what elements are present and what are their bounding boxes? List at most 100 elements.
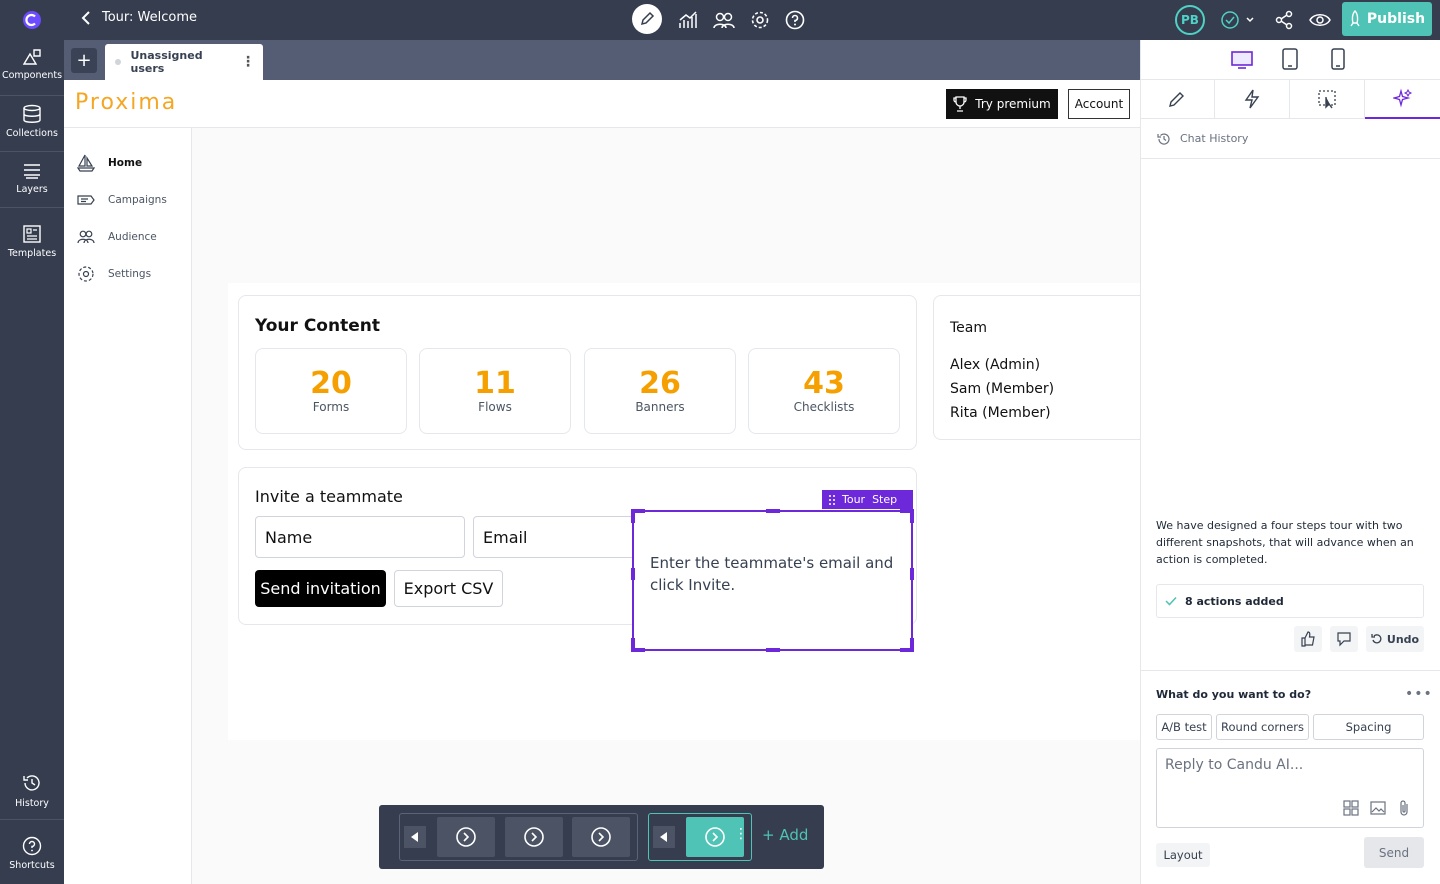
send-invitation-button[interactable]: Send invitation xyxy=(255,570,386,607)
export-csv-button[interactable]: Export CSV xyxy=(394,570,503,607)
brand-logo: Proxima xyxy=(75,90,178,115)
flag-icon[interactable] xyxy=(404,826,426,848)
tab-unassigned-users[interactable]: Unassigned users ⋮ xyxy=(105,44,263,80)
image-icon[interactable] xyxy=(1370,800,1386,816)
stat-card-forms: 20 Forms xyxy=(255,348,407,434)
attachment-icon[interactable] xyxy=(1398,799,1410,817)
tab-ai[interactable] xyxy=(1365,79,1440,119)
campaigns-icon xyxy=(77,191,95,209)
rail-item-shortcuts[interactable]: Shortcuts xyxy=(0,836,64,878)
shortcuts-icon xyxy=(22,836,42,856)
send-button[interactable]: Send xyxy=(1364,837,1424,868)
components-icon xyxy=(22,48,42,66)
rail-item-templates[interactable]: Templates xyxy=(0,224,64,272)
analytics-icon[interactable] xyxy=(674,6,702,34)
grid-icon[interactable] xyxy=(1343,800,1359,816)
nav-item-campaigns[interactable]: Campaigns xyxy=(77,191,167,209)
check-icon xyxy=(1165,596,1177,606)
history-icon xyxy=(1156,131,1172,147)
tour-step-text: Enter the teammate's email and click Inv… xyxy=(650,554,894,594)
candu-logo[interactable] xyxy=(0,0,64,40)
chevron-down-icon[interactable] xyxy=(1240,6,1260,34)
sailboat-icon xyxy=(77,154,95,172)
nav-item-audience[interactable]: Audience xyxy=(77,228,157,246)
thumbs-down-icon[interactable] xyxy=(1330,626,1358,652)
share-icon[interactable] xyxy=(1270,6,1298,34)
resize-handle[interactable] xyxy=(910,509,914,523)
sparkles-icon xyxy=(1392,88,1413,108)
tour-step-1[interactable] xyxy=(437,817,495,857)
nav-item-settings[interactable]: Settings xyxy=(77,265,151,283)
page-title: Tour: Welcome xyxy=(102,10,198,25)
stat-card-flows: 11 Flows xyxy=(419,348,571,434)
resize-handle[interactable] xyxy=(766,509,780,513)
settings-icon[interactable] xyxy=(746,6,774,34)
actions-added-row[interactable]: 8 actions added xyxy=(1156,584,1424,618)
try-premium-button[interactable]: Try premium xyxy=(946,89,1058,119)
resize-handle[interactable] xyxy=(631,568,635,580)
ai-message: We have designed a four steps tour with … xyxy=(1156,519,1414,566)
prompt-title: What do you want to do? xyxy=(1156,688,1312,701)
tour-step-tag[interactable]: Tour Step xyxy=(822,490,913,509)
rail-item-components[interactable]: Components xyxy=(0,48,64,96)
resize-handle[interactable] xyxy=(910,568,914,580)
thumbs-up-icon[interactable] xyxy=(1294,626,1322,652)
chip-round-corners[interactable]: Round corners xyxy=(1216,714,1309,740)
tab-status-dot xyxy=(115,59,121,65)
step-kebab-icon[interactable]: ⋮ xyxy=(734,826,748,842)
mobile-view-icon[interactable] xyxy=(1330,48,1346,70)
resize-handle[interactable] xyxy=(910,638,914,652)
your-content-title: Your Content xyxy=(255,316,380,336)
select-cursor-icon xyxy=(1317,89,1337,109)
add-tab-button[interactable]: + xyxy=(71,48,97,73)
audience-icon[interactable] xyxy=(710,6,738,34)
chip-spacing[interactable]: Spacing xyxy=(1313,714,1424,740)
tab-edit[interactable] xyxy=(1140,79,1215,119)
back-button[interactable]: Tour: Welcome xyxy=(80,10,197,25)
tour-step-2[interactable] xyxy=(505,817,563,857)
layers-icon xyxy=(22,162,42,180)
tab-selector[interactable] xyxy=(1290,79,1365,119)
account-button[interactable]: Account xyxy=(1068,89,1130,119)
layout-button[interactable]: Layout xyxy=(1156,843,1210,867)
edit-icon[interactable] xyxy=(632,4,662,34)
team-title: Team xyxy=(950,320,988,336)
trophy-icon xyxy=(953,96,967,112)
publish-button[interactable]: Publish xyxy=(1342,2,1432,36)
more-options-icon[interactable]: ••• xyxy=(1405,686,1433,702)
tablet-view-icon[interactable] xyxy=(1280,48,1300,70)
tour-step-tooltip[interactable]: Enter the teammate's email and click Inv… xyxy=(632,510,913,651)
rocket-icon xyxy=(1349,10,1361,28)
drag-handle-icon[interactable] xyxy=(828,494,836,506)
tab-actions[interactable] xyxy=(1215,79,1290,119)
preview-icon[interactable] xyxy=(1306,6,1334,34)
collections-icon xyxy=(22,104,42,124)
help-icon[interactable] xyxy=(781,6,809,34)
reply-input[interactable]: Reply to Candu AI... xyxy=(1156,748,1424,828)
nav-item-home[interactable]: Home xyxy=(77,154,142,172)
resize-handle[interactable] xyxy=(631,638,635,652)
resize-handle[interactable] xyxy=(631,509,635,523)
flag-icon[interactable] xyxy=(653,826,675,848)
kebab-menu-icon[interactable]: ⋮ xyxy=(241,54,255,70)
pencil-icon xyxy=(1168,90,1186,108)
reply-placeholder: Reply to Candu AI... xyxy=(1165,757,1304,773)
rail-item-layers[interactable]: Layers xyxy=(0,162,64,208)
tour-step-3[interactable] xyxy=(572,817,630,857)
name-field[interactable]: Name xyxy=(255,516,465,558)
add-step-button[interactable]: + Add xyxy=(762,826,808,844)
undo-button[interactable]: Undo xyxy=(1366,626,1424,652)
avatar[interactable]: PB xyxy=(1175,5,1205,35)
chip-ab-test[interactable]: A/B test xyxy=(1156,714,1212,740)
email-field[interactable]: Email xyxy=(473,516,653,558)
rail-item-collections[interactable]: Collections xyxy=(0,104,64,152)
chat-history-button[interactable]: Chat History xyxy=(1140,119,1440,159)
settings-icon xyxy=(77,265,95,283)
team-member: Sam (Member) xyxy=(950,381,1055,397)
resize-handle[interactable] xyxy=(766,648,780,652)
chevron-left-icon xyxy=(80,10,92,25)
rail-item-history[interactable]: History xyxy=(0,772,64,820)
team-member: Rita (Member) xyxy=(950,405,1051,421)
desktop-view-icon[interactable] xyxy=(1230,50,1254,70)
step-arrow-icon xyxy=(455,826,477,848)
